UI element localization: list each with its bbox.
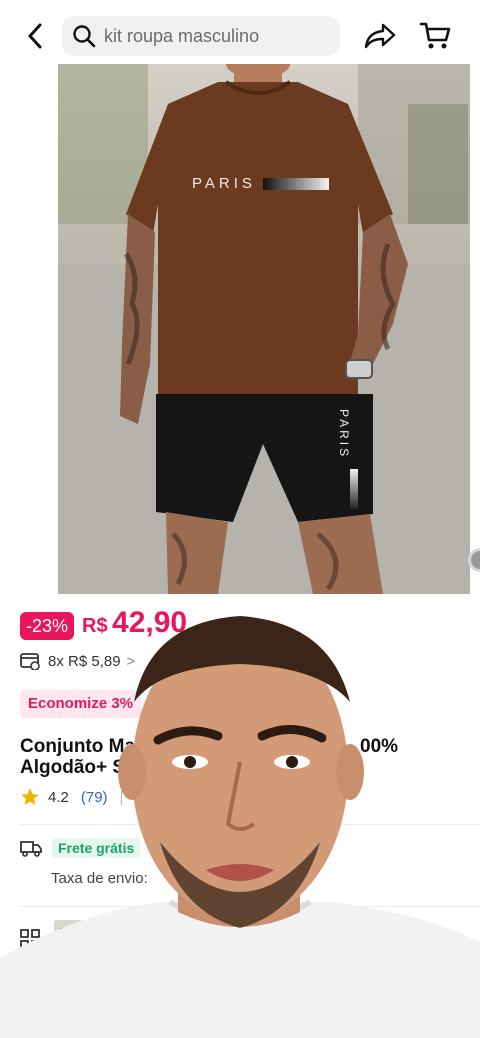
product-photo: PARIS PARIS	[58, 64, 470, 594]
shirt-print-text: PARIS	[192, 175, 256, 192]
presenter-video-overlay	[0, 612, 480, 1038]
shorts-print-text: PARIS	[337, 409, 351, 459]
cart-button[interactable]	[416, 18, 454, 54]
search-icon	[73, 25, 96, 48]
share-button[interactable]	[362, 18, 398, 54]
product-image[interactable]: PARIS PARIS	[58, 64, 470, 594]
chevron-left-icon	[28, 23, 42, 49]
top-bar: kit roupa masculino	[0, 0, 480, 66]
shopping-cart-icon	[419, 22, 451, 49]
back-button[interactable]	[20, 20, 50, 52]
share-arrow-icon	[364, 23, 396, 49]
search-bar[interactable]: kit roupa masculino	[62, 16, 340, 56]
search-query: kit roupa masculino	[104, 25, 260, 46]
presenter-face	[0, 616, 480, 1038]
